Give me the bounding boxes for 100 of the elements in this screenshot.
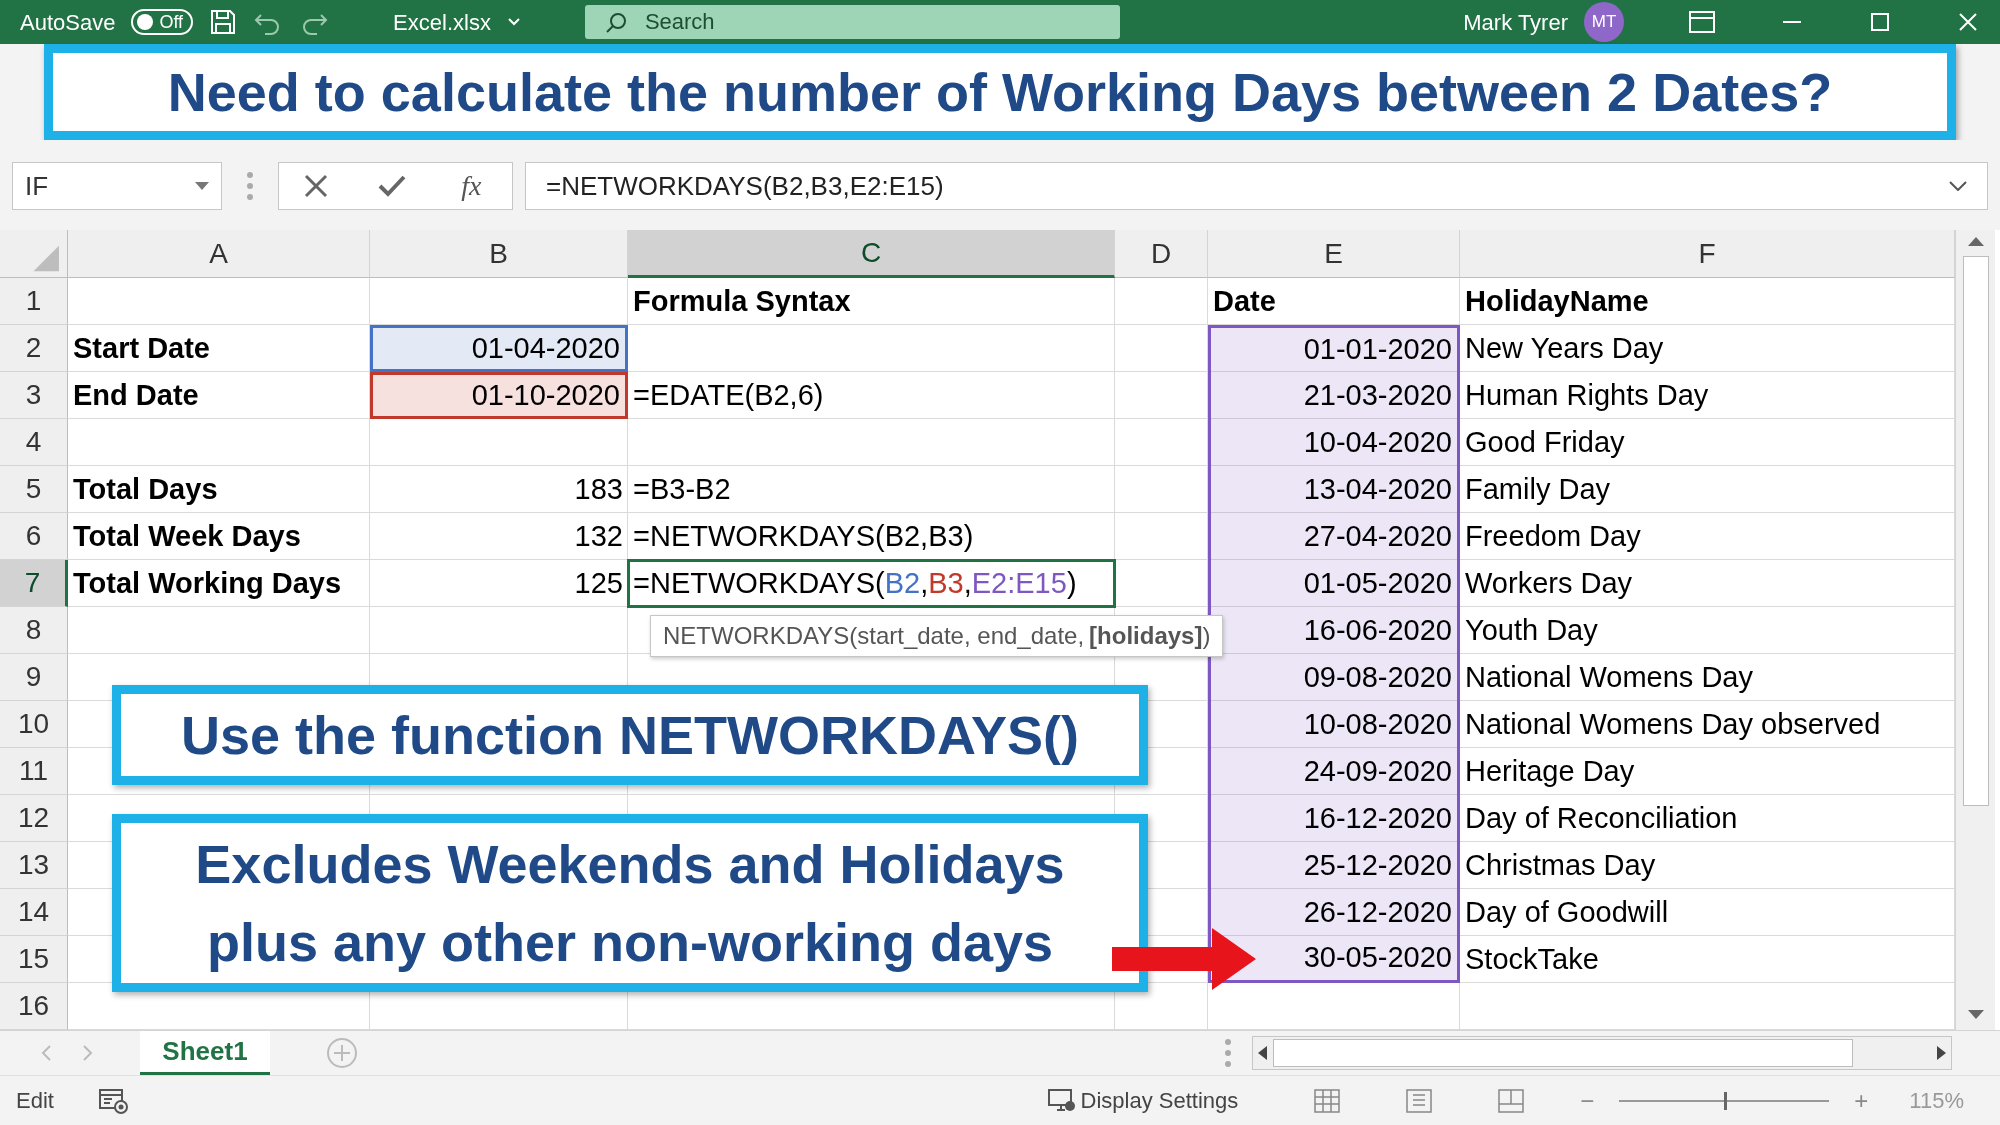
table-cell[interactable]: End Date bbox=[68, 372, 370, 419]
function-tooltip: NETWORKDAYS(start_date, end_date, [holidays]) bbox=[650, 615, 1224, 657]
display-settings-button[interactable]: Display Settings bbox=[1045, 1083, 1240, 1118]
maximize-icon[interactable] bbox=[1868, 10, 1892, 34]
row-header[interactable]: 5 bbox=[0, 466, 68, 513]
vertical-scrollbar[interactable] bbox=[1955, 230, 1995, 1030]
table-cell[interactable]: Total Days bbox=[68, 466, 370, 513]
autosave-toggle[interactable]: Off bbox=[131, 9, 194, 35]
table-cell[interactable]: 27-04-2020 bbox=[1208, 513, 1460, 560]
row-header[interactable]: 2 bbox=[0, 325, 68, 372]
user-name: Mark Tyrer bbox=[1463, 8, 1568, 37]
table-cell[interactable]: 125 bbox=[370, 560, 628, 607]
headline-banner: Need to calculate the number of Working Days between 2 Dates? bbox=[44, 44, 1956, 140]
row-header[interactable]: 11 bbox=[0, 748, 68, 795]
table-cell[interactable]: Day of Reconciliation bbox=[1460, 795, 1955, 842]
arrow-icon bbox=[1112, 928, 1256, 990]
row-header[interactable]: 10 bbox=[0, 701, 68, 748]
table-cell[interactable]: 16-12-2020 bbox=[1208, 795, 1460, 842]
user-avatar[interactable]: MT bbox=[1584, 2, 1624, 42]
row-header[interactable]: 15 bbox=[0, 936, 68, 983]
table-cell[interactable]: 26-12-2020 bbox=[1208, 889, 1460, 936]
table-cell[interactable]: 10-04-2020 bbox=[1208, 419, 1460, 466]
row-header[interactable]: 6 bbox=[0, 513, 68, 560]
table-cell[interactable]: 21-03-2020 bbox=[1208, 372, 1460, 419]
table-cell[interactable]: Day of Goodwill bbox=[1460, 889, 1955, 936]
table-cell[interactable]: 01-05-2020 bbox=[1208, 560, 1460, 607]
table-cell[interactable]: 10-08-2020 bbox=[1208, 701, 1460, 748]
row-header[interactable]: 9 bbox=[0, 654, 68, 701]
table-cell[interactable]: HolidayName bbox=[1460, 278, 1955, 325]
caret-icon[interactable] bbox=[506, 17, 521, 27]
grip-icon bbox=[1224, 1038, 1232, 1068]
table-cell[interactable]: 09-08-2020 bbox=[1208, 654, 1460, 701]
table-cell[interactable]: Date bbox=[1208, 278, 1460, 325]
table-cell[interactable]: National Womens Day observed bbox=[1460, 701, 1955, 748]
column-header[interactable]: C bbox=[628, 230, 1115, 278]
table-cell[interactable]: Christmas Day bbox=[1460, 842, 1955, 889]
table-cell[interactable]: 01-04-2020 bbox=[370, 325, 628, 372]
callout-text: plus any other non-working days bbox=[206, 911, 1054, 974]
mode-indicator: Edit bbox=[16, 1087, 54, 1115]
normal-view-icon[interactable] bbox=[1313, 1087, 1342, 1114]
grip-icon bbox=[246, 171, 254, 201]
table-cell[interactable]: Start Date bbox=[68, 325, 370, 372]
row-header[interactable]: 12 bbox=[0, 795, 68, 842]
table-cell[interactable]: 24-09-2020 bbox=[1208, 748, 1460, 795]
check-icon[interactable] bbox=[378, 174, 407, 198]
sheet-tab[interactable]: Sheet1 bbox=[140, 1030, 270, 1075]
table-cell[interactable]: Formula Syntax bbox=[628, 278, 1115, 325]
table-cell[interactable]: Heritage Day bbox=[1460, 748, 1955, 795]
column-header[interactable]: F bbox=[1460, 230, 1955, 278]
row-header[interactable]: 3 bbox=[0, 372, 68, 419]
row-header[interactable]: 14 bbox=[0, 889, 68, 936]
dropdown-icon[interactable] bbox=[195, 182, 209, 190]
table-cell[interactable]: Total Working Days bbox=[68, 560, 370, 607]
table-cell[interactable]: Human Rights Day bbox=[1460, 372, 1955, 419]
table-cell[interactable]: =EDATE(B2,6) bbox=[628, 372, 1115, 419]
expand-icon[interactable] bbox=[1949, 181, 1967, 191]
table-cell[interactable]: New Years Day bbox=[1460, 325, 1955, 372]
table-cell[interactable]: 132 bbox=[370, 513, 628, 560]
cancel-icon[interactable] bbox=[303, 173, 330, 199]
row-header[interactable]: 1 bbox=[0, 278, 68, 325]
column-header[interactable]: B bbox=[370, 230, 628, 278]
row-header[interactable]: 8 bbox=[0, 607, 68, 654]
search-field[interactable]: Search bbox=[584, 5, 1120, 39]
zoom-slider-thumb[interactable] bbox=[1724, 1091, 1728, 1110]
table-cell[interactable]: StockTake bbox=[1460, 936, 1955, 983]
table-cell[interactable]: Family Day bbox=[1460, 466, 1955, 513]
table-cell[interactable]: =NETWORKDAYS(B2,B3,E2:E15) bbox=[628, 560, 1115, 607]
table-cell[interactable]: =B3-B2 bbox=[628, 466, 1115, 513]
row-header[interactable]: 13 bbox=[0, 842, 68, 889]
save-icon[interactable] bbox=[209, 8, 238, 36]
monitor-icon bbox=[1046, 1087, 1077, 1114]
table-cell[interactable]: Freedom Day bbox=[1460, 513, 1955, 560]
name-box[interactable]: IF bbox=[12, 162, 222, 210]
column-header[interactable]: D bbox=[1115, 230, 1208, 278]
column-header[interactable]: E bbox=[1208, 230, 1460, 278]
table-cell[interactable]: 183 bbox=[370, 466, 628, 513]
insert-function-button[interactable]: fx bbox=[455, 164, 488, 208]
column-header[interactable]: A bbox=[68, 230, 370, 278]
search-icon bbox=[604, 12, 627, 34]
file-name[interactable]: Excel.xlsx bbox=[393, 5, 491, 39]
callout-text: Use the function NETWORKDAYS() bbox=[181, 703, 1079, 767]
row-header[interactable]: 4 bbox=[0, 419, 68, 466]
table-cell[interactable]: Youth Day bbox=[1460, 607, 1955, 654]
table-cell[interactable]: 25-12-2020 bbox=[1208, 842, 1460, 889]
ribbon-display-icon[interactable] bbox=[1688, 10, 1716, 34]
table-cell[interactable]: 16-06-2020 bbox=[1208, 607, 1460, 654]
horizontal-scrollbar[interactable] bbox=[1252, 1036, 1952, 1070]
row-header[interactable]: 7 bbox=[0, 560, 68, 607]
table-cell[interactable]: 01-01-2020 bbox=[1208, 325, 1460, 372]
row-header[interactable]: 16 bbox=[0, 983, 68, 1030]
macro-record-icon[interactable] bbox=[97, 1086, 130, 1115]
formula-field[interactable]: =NETWORKDAYS(B2,B3,E2:E15) bbox=[525, 162, 1988, 210]
table-cell[interactable]: Total Week Days bbox=[68, 513, 370, 560]
table-cell[interactable]: 13-04-2020 bbox=[1208, 466, 1460, 513]
table-cell[interactable]: National Womens Day bbox=[1460, 654, 1955, 701]
autosave-label: AutoSave bbox=[20, 8, 116, 37]
table-cell[interactable]: 01-10-2020 bbox=[370, 372, 628, 419]
table-cell[interactable]: =NETWORKDAYS(B2,B3) bbox=[628, 513, 1115, 560]
table-cell[interactable]: Workers Day bbox=[1460, 560, 1955, 607]
table-cell[interactable]: Good Friday bbox=[1460, 419, 1955, 466]
